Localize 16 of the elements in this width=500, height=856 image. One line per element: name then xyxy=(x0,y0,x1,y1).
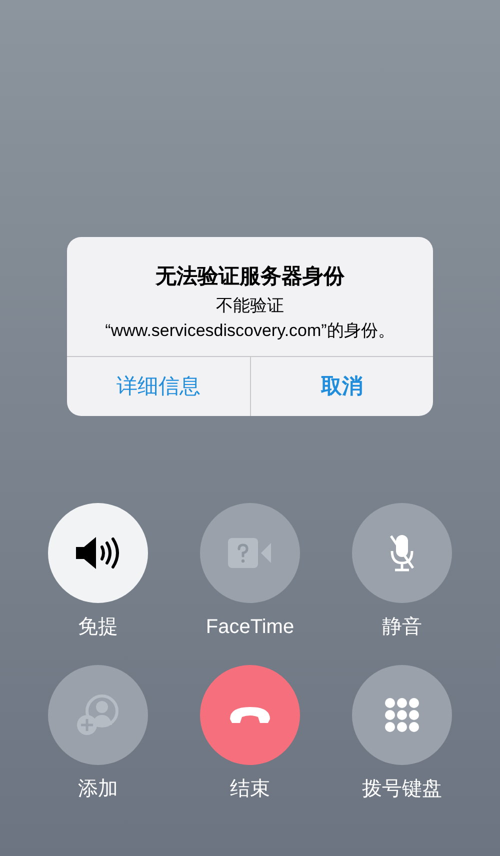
video-camera-icon xyxy=(228,538,272,568)
control-label: 结束 xyxy=(230,777,270,802)
add-contact-icon xyxy=(76,693,120,737)
phone-handset-icon xyxy=(228,705,272,725)
alert-message: 不能验证 “www.servicesdiscovery.com”的身份。 xyxy=(104,295,396,342)
alert-button[interactable]: 取消 xyxy=(250,357,433,416)
control-label: 静音 xyxy=(382,615,422,640)
control-label: FaceTime xyxy=(206,615,294,640)
alert-title: 无法验证服务器身份 xyxy=(154,264,346,290)
alert-button[interactable]: 详细信息 xyxy=(67,357,250,416)
keypad-icon xyxy=(384,697,420,733)
control-label: 免提 xyxy=(78,615,118,640)
muted-microphone-icon xyxy=(388,533,416,573)
control-label: 添加 xyxy=(78,777,118,802)
control-label: 拨号键盘 xyxy=(362,777,442,802)
speaker-icon xyxy=(74,535,122,571)
